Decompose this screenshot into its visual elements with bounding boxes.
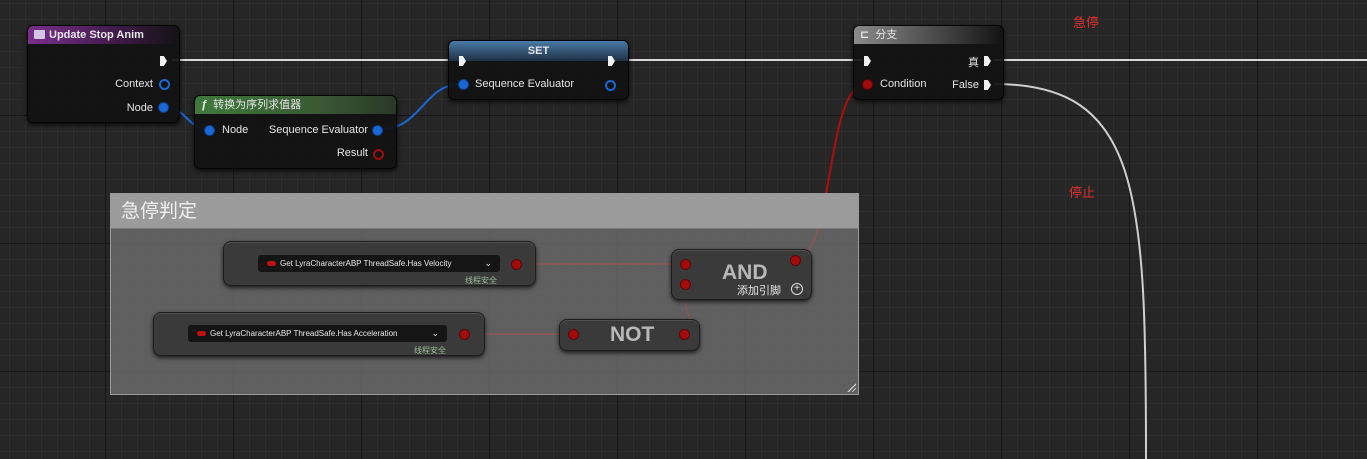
convert-node-label: Node [222,124,249,136]
set-node[interactable]: SET Sequence Evaluator [448,40,629,100]
function-f-icon: ƒ [201,99,208,111]
update-stop-anim-node[interactable]: Update Stop Anim Context Node [27,25,180,123]
add-pin-icon[interactable]: + [791,283,803,295]
has-acceleration-label: Get LyraCharacterABP ThreadSafe.Has Acce… [210,329,398,338]
false-label: False [952,79,979,91]
and-in-b-pin[interactable] [681,280,690,289]
get-has-velocity-node[interactable]: Get LyraCharacterABP ThreadSafe.Has Velo… [223,241,536,286]
node-label: Node [126,102,153,114]
true-label: 真 [968,57,979,69]
has-acceleration-threadsafe-tag: 线程安全 [414,346,446,355]
convert-header: ƒ 转换为序列求值器 [195,96,396,114]
comment-title[interactable]: 急停判定 [111,194,858,229]
bool-mini-icon [267,261,276,266]
branch-node[interactable]: ⊏ 分支 真 Condition False [853,25,1004,100]
convert-node-in-pin[interactable] [205,126,214,135]
set-sequence-evaluator-pin[interactable] [459,80,468,89]
set-header: SET [449,41,628,61]
not-in-pin[interactable] [569,330,578,339]
resize-grip-icon[interactable] [846,382,856,392]
has-acceleration-out-pin[interactable] [460,330,469,339]
has-velocity-out-pin[interactable] [512,260,521,269]
has-velocity-threadsafe-tag: 线程安全 [465,276,497,285]
condition-label: Condition [880,78,927,90]
chevron-down-icon: ⌄ [484,258,492,268]
set-out-pin[interactable] [605,80,616,91]
exec-wire-branch-false [993,83,1147,459]
set-sequence-evaluator-label: Sequence Evaluator [475,78,575,90]
function-icon [34,30,45,39]
branch-icon: ⊏ [860,29,870,41]
branch-header: ⊏ 分支 [854,26,1003,44]
and-in-a-pin[interactable] [681,260,690,269]
condition-pin[interactable] [863,80,872,89]
not-title: NOT [610,323,655,346]
result-pin[interactable] [373,149,384,160]
annotation-stop-fast: 急停 [1073,15,1100,30]
has-velocity-dropdown[interactable]: Get LyraCharacterABP ThreadSafe.Has Velo… [258,255,500,272]
convert-title: 转换为序列求值器 [213,99,302,111]
and-node[interactable]: AND 添加引脚 + [671,249,812,300]
context-label: Context [115,78,153,90]
add-pin-label[interactable]: 添加引脚 [737,282,781,298]
chevron-down-icon: ⌄ [431,328,439,338]
annotation-stop: 停止 [1069,185,1096,200]
convert-out-pin[interactable] [373,126,382,135]
and-out-pin[interactable] [791,256,800,265]
branch-title: 分支 [875,29,898,41]
result-label: Result [336,147,368,159]
not-node[interactable]: NOT [559,319,700,351]
update-stop-anim-header: Update Stop Anim [28,26,179,44]
get-has-acceleration-node[interactable]: Get LyraCharacterABP ThreadSafe.Has Acce… [153,312,485,356]
has-acceleration-dropdown[interactable]: Get LyraCharacterABP ThreadSafe.Has Acce… [188,325,447,342]
convert-out-label: Sequence Evaluator [268,124,368,136]
update-stop-anim-title: Update Stop Anim [49,29,144,41]
node-pin[interactable] [159,103,168,112]
context-pin[interactable] [159,79,170,90]
convert-to-sequence-evaluator-node[interactable]: ƒ 转换为序列求值器 Node Sequence Evaluator Result [194,95,397,169]
bool-mini-icon [197,331,206,336]
set-title: SET [527,45,550,57]
not-out-pin[interactable] [680,330,689,339]
has-velocity-label: Get LyraCharacterABP ThreadSafe.Has Velo… [280,259,452,268]
